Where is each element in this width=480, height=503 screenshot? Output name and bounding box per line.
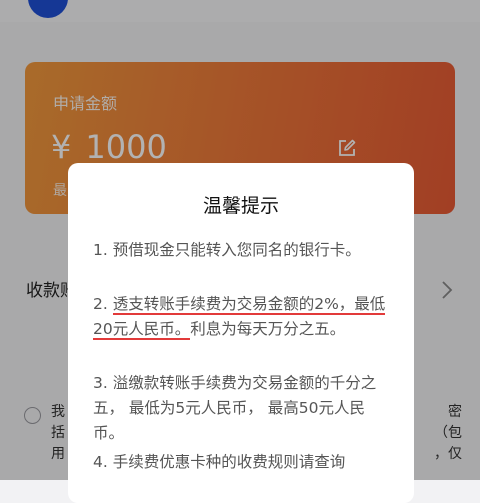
- dialog-title: 温馨提示: [202, 195, 279, 217]
- warm-tips-dialog: 温馨提示 1. 预借现金只能转入您同名的银行卡。 2. 透支转账手续费为交易金额…: [68, 163, 414, 503]
- tip-item-1: 1. 预借现金只能转入您同名的银行卡。: [93, 241, 361, 259]
- tip-item-4: 4. 手续费优惠卡种的收费规则请查询: [93, 453, 346, 471]
- tip-item-3: 3. 溢缴款转账手续费为交易金额的千分之五， 最低为5元人民币， 最高50元人民…: [93, 374, 377, 442]
- tip-item-2: 2. 透支转账手续费为交易金额的2%，最低20元人民币。利息为每天万分之五。: [93, 295, 386, 340]
